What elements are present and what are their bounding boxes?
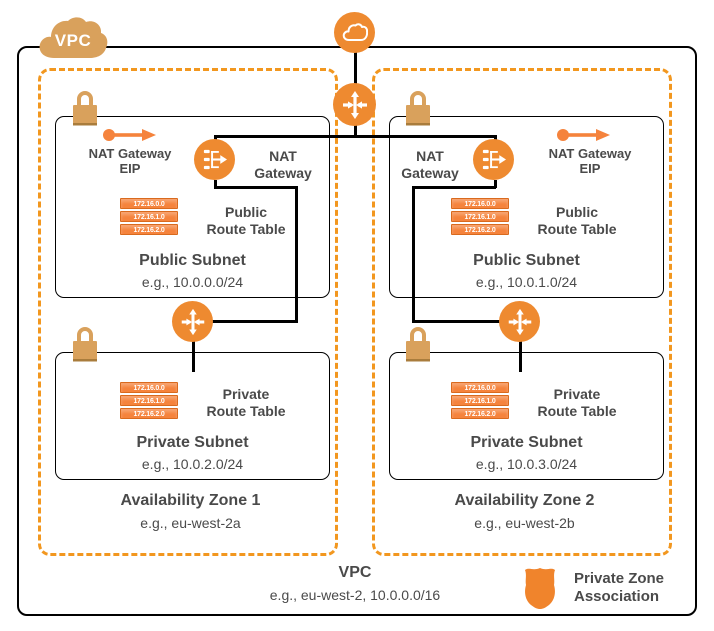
private-subnet-title-az1: Private Subnet [136, 434, 249, 451]
padlock-icon [73, 91, 97, 126]
padlock-icon [406, 327, 430, 362]
lock-icon-private-subnet-az2 [401, 322, 435, 366]
public-subnet-cidr-az1: e.g., 10.0.0.0/24 [141, 274, 244, 290]
lock-icon-public-subnet-az2 [401, 86, 435, 130]
route-table-row: 172.16.1.0 [120, 395, 178, 406]
cloud-glyph-icon [342, 22, 368, 41]
arrow-right-with-dot-icon [103, 129, 156, 141]
route-table-row: 172.16.0.0 [451, 198, 509, 209]
vpc-architecture-diagram: VPC 172.16.0.0 172.16.1.0 172.16.2.0 172… [0, 0, 714, 631]
vpc-cloud-badge: VPC [36, 14, 110, 62]
internet-cloud-icon [334, 12, 375, 53]
private-route-table-label-az2: Private Route Table [537, 386, 617, 419]
lock-icon-private-subnet-az1 [68, 322, 102, 366]
private-router-az1-icon [172, 301, 213, 342]
nat-gateway-label-az1: NAT Gateway [254, 148, 312, 181]
route-table-icon-public-az1: 172.16.0.0 172.16.1.0 172.16.2.0 [120, 198, 178, 235]
availability-zone-2-title: Availability Zone 2 [454, 492, 595, 509]
padlock-icon [73, 327, 97, 362]
availability-zone-2-subtitle: e.g., eu-west-2b [474, 515, 575, 531]
route-table-icon-private-az1: 172.16.0.0 172.16.1.0 172.16.2.0 [120, 382, 178, 419]
route-table-row: 172.16.1.0 [451, 395, 509, 406]
four-way-arrow-icon [342, 90, 367, 119]
nat-gateway-glyph-icon [482, 149, 507, 170]
elastic-ip-icon-az1 [102, 128, 158, 142]
public-route-table-label-az2: Public Route Table [537, 204, 617, 237]
four-way-arrow-icon [508, 308, 531, 335]
route-table-row: 172.16.0.0 [451, 382, 509, 393]
elastic-ip-icon-az2 [556, 128, 612, 142]
nat-gateway-icon-az2 [473, 139, 514, 180]
private-route-table-label-az1: Private Route Table [206, 386, 286, 419]
public-subnet-title-az1: Public Subnet [139, 252, 246, 269]
public-subnet-title-az2: Public Subnet [473, 252, 580, 269]
private-zone-association-label: Private Zone Association [574, 570, 665, 605]
vpc-footer-subtitle: e.g., eu-west-2, 10.0.0.0/16 [269, 587, 441, 603]
public-route-table-label-az1: Public Route Table [206, 204, 286, 237]
nat-gateway-eip-label-az2: NAT Gateway EIP [548, 146, 632, 177]
wire-nat2-down-h [412, 186, 496, 189]
padlock-icon [406, 91, 430, 126]
vpc-footer-title: VPC [338, 564, 372, 581]
private-subnet-cidr-az1: e.g., 10.0.2.0/24 [141, 456, 244, 472]
nat-gateway-icon-az1 [194, 139, 235, 180]
route-table-row: 172.16.2.0 [451, 408, 509, 419]
route-table-row: 172.16.2.0 [451, 224, 509, 235]
availability-zone-1-title: Availability Zone 1 [120, 492, 261, 509]
vpc-badge-label: VPC [54, 31, 92, 50]
private-router-az2-icon [499, 301, 540, 342]
private-zone-association-shield-icon [519, 566, 561, 610]
route-table-icon-private-az2: 172.16.0.0 172.16.1.0 172.16.2.0 [451, 382, 509, 419]
public-subnet-cidr-az2: e.g., 10.0.1.0/24 [475, 274, 578, 290]
nat-gateway-glyph-icon [203, 149, 228, 170]
route-table-row: 172.16.1.0 [451, 211, 509, 222]
shield-icon [525, 568, 555, 609]
nat-gateway-label-az2: NAT Gateway [401, 148, 459, 181]
four-way-arrow-icon [181, 308, 204, 335]
availability-zone-1-subtitle: e.g., eu-west-2a [140, 515, 241, 531]
private-subnet-cidr-az2: e.g., 10.0.3.0/24 [475, 456, 578, 472]
wire-nat1-down-h [214, 186, 298, 189]
route-table-row: 172.16.1.0 [120, 211, 178, 222]
route-table-row: 172.16.0.0 [120, 382, 178, 393]
route-table-row: 172.16.2.0 [120, 224, 178, 235]
wire-public-bus [214, 135, 497, 138]
internet-gateway-router-icon [333, 83, 376, 126]
route-table-icon-public-az2: 172.16.0.0 172.16.1.0 172.16.2.0 [451, 198, 509, 235]
private-subnet-title-az2: Private Subnet [470, 434, 583, 451]
nat-gateway-eip-label-az1: NAT Gateway EIP [88, 146, 172, 177]
arrow-right-with-dot-icon [557, 129, 610, 141]
lock-icon-public-subnet-az1 [68, 86, 102, 130]
route-table-row: 172.16.0.0 [120, 198, 178, 209]
route-table-row: 172.16.2.0 [120, 408, 178, 419]
